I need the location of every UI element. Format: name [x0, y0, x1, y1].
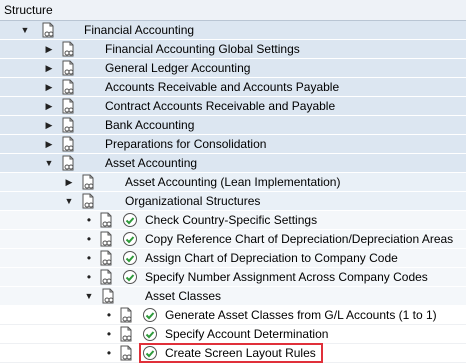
tree-node-asset-accounting[interactable]: ▼ Asset Accounting	[0, 154, 466, 173]
triangle-right-icon[interactable]: ▶	[44, 59, 54, 77]
tree-label: Asset Classes	[145, 289, 222, 303]
triangle-right-icon[interactable]: ▶	[64, 173, 74, 191]
bullet-icon: •	[86, 232, 92, 246]
bullet-icon: •	[86, 270, 92, 284]
triangle-down-icon[interactable]: ▼	[44, 154, 54, 172]
document-glasses-icon	[62, 41, 74, 57]
document-glasses-icon	[62, 155, 74, 171]
document-glasses-icon	[100, 250, 112, 266]
tree-label: Generate Asset Classes from G/L Accounts…	[165, 308, 437, 322]
tree-node-number-assignment[interactable]: • Specify Number Assignment Across Compa…	[0, 268, 466, 287]
tree-label: Contract Accounts Receivable and Payable	[105, 99, 336, 113]
tree-label: Preparations for Consolidation	[105, 137, 267, 151]
document-glasses-icon	[42, 22, 54, 38]
tree-label: Create Screen Layout Rules	[165, 346, 316, 360]
tree-node-consolidation[interactable]: ▶ Preparations for Consolidation	[0, 135, 466, 154]
tree-label: Asset Accounting	[105, 156, 198, 170]
document-glasses-icon	[120, 345, 132, 361]
tree-node-check-country-settings[interactable]: • Check Country-Specific Settings	[0, 211, 466, 230]
tree-node-copy-reference-chart[interactable]: • Copy Reference Chart of Depreciation/D…	[0, 230, 466, 249]
tree-label: Bank Accounting	[105, 118, 195, 132]
bullet-icon: •	[106, 308, 112, 322]
document-glasses-icon	[100, 269, 112, 285]
tree-label: Copy Reference Chart of Depreciation/Dep…	[145, 232, 454, 246]
tree-node-ar-ap[interactable]: ▶ Accounts Receivable and Accounts Payab…	[0, 78, 466, 97]
triangle-right-icon[interactable]: ▶	[44, 135, 54, 153]
document-glasses-icon	[62, 117, 74, 133]
triangle-right-icon[interactable]: ▶	[44, 97, 54, 115]
tree-label: Assign Chart of Depreciation to Company …	[145, 251, 398, 265]
tree-label: Specify Account Determination	[165, 327, 329, 341]
clock-check-icon[interactable]	[142, 326, 158, 342]
triangle-down-icon[interactable]: ▼	[84, 287, 94, 305]
tree-label: Accounts Receivable and Accounts Payable	[105, 80, 340, 94]
structure-tree: ▼ Financial Accounting ▶ Financial Accou…	[0, 21, 466, 363]
document-glasses-icon	[102, 288, 114, 304]
bullet-icon: •	[86, 213, 92, 227]
tree-node-organizational-structures[interactable]: ▼ Organizational Structures	[0, 192, 466, 211]
tree-label: Financial Accounting	[84, 23, 195, 37]
tree-label: Organizational Structures	[125, 194, 261, 208]
tree-node-bank-accounting[interactable]: ▶ Bank Accounting	[0, 116, 466, 135]
clock-check-icon[interactable]	[142, 307, 158, 323]
document-glasses-icon	[62, 60, 74, 76]
document-glasses-icon	[62, 79, 74, 95]
tree-node-asset-accounting-lean[interactable]: ▶ Asset Accounting (Lean Implementation)	[0, 173, 466, 192]
clock-check-icon[interactable]	[122, 250, 138, 266]
tree-node-financial-accounting[interactable]: ▼ Financial Accounting	[0, 21, 466, 40]
tree-label: Asset Accounting (Lean Implementation)	[125, 175, 341, 189]
document-glasses-icon	[62, 98, 74, 114]
document-glasses-icon	[100, 231, 112, 247]
tree-node-account-determination[interactable]: • Specify Account Determination	[0, 325, 466, 344]
document-glasses-icon	[82, 174, 94, 190]
triangle-down-icon[interactable]: ▼	[20, 21, 30, 39]
tree-node-contract-accounts[interactable]: ▶ Contract Accounts Receivable and Payab…	[0, 97, 466, 116]
clock-check-icon[interactable]	[122, 212, 138, 228]
clock-check-icon[interactable]	[122, 269, 138, 285]
tree-node-asset-classes[interactable]: ▼ Asset Classes	[0, 287, 466, 306]
tree-node-fa-global-settings[interactable]: ▶ Financial Accounting Global Settings	[0, 40, 466, 59]
bullet-icon: •	[106, 346, 112, 360]
document-glasses-icon	[100, 212, 112, 228]
triangle-down-icon[interactable]: ▼	[64, 192, 74, 210]
document-glasses-icon	[62, 136, 74, 152]
tree-node-general-ledger[interactable]: ▶ General Ledger Accounting	[0, 59, 466, 78]
document-glasses-icon	[82, 193, 94, 209]
tree-label: Specify Number Assignment Across Company…	[145, 270, 428, 284]
document-glasses-icon	[120, 307, 132, 323]
structure-header: Structure	[0, 0, 466, 21]
tree-label: General Ledger Accounting	[105, 61, 251, 75]
triangle-right-icon[interactable]: ▶	[44, 40, 54, 58]
triangle-right-icon[interactable]: ▶	[44, 78, 54, 96]
triangle-right-icon[interactable]: ▶	[44, 116, 54, 134]
tree-node-create-screen-layout-rules[interactable]: • Create Screen Layout Rules	[0, 343, 466, 363]
tree-node-generate-asset-classes[interactable]: • Generate Asset Classes from G/L Accoun…	[0, 306, 466, 325]
bullet-icon: •	[106, 327, 112, 341]
tree-label: Financial Accounting Global Settings	[105, 42, 300, 56]
document-glasses-icon	[120, 326, 132, 342]
clock-check-icon[interactable]	[142, 345, 158, 361]
bullet-icon: •	[86, 251, 92, 265]
tree-node-assign-chart-depreciation[interactable]: • Assign Chart of Depreciation to Compan…	[0, 249, 466, 268]
header-title: Structure	[4, 3, 53, 17]
tree-label: Check Country-Specific Settings	[145, 213, 318, 227]
clock-check-icon[interactable]	[122, 231, 138, 247]
